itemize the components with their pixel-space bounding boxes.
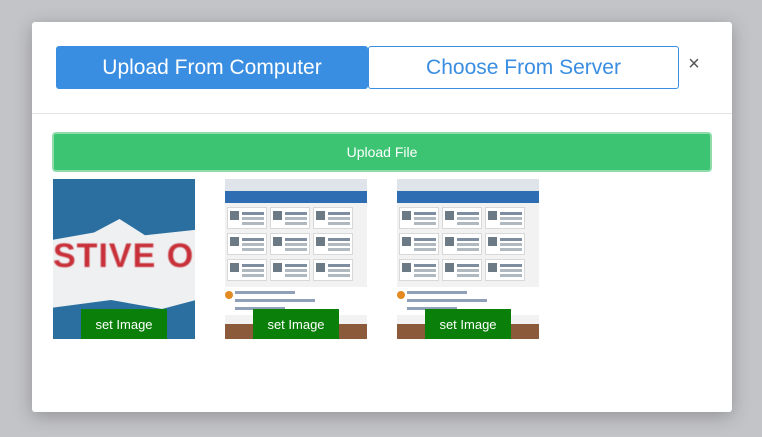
tab-upload-from-computer[interactable]: Upload From Computer [56, 46, 368, 89]
server-image-modal: Upload From Computer Choose From Server … [32, 22, 732, 412]
modal-header: Upload From Computer Choose From Server … [32, 22, 732, 114]
tab-choose-from-server[interactable]: Choose From Server [368, 46, 679, 89]
set-image-button[interactable]: set Image [253, 309, 339, 339]
image-thumbnail: STIVE O set Image [53, 179, 195, 339]
close-icon[interactable]: × [684, 52, 704, 76]
thumbnail-banner-text: STIVE O [53, 237, 195, 275]
image-thumbnail: set Image [225, 179, 367, 339]
set-image-button[interactable]: set Image [425, 309, 511, 339]
set-image-button[interactable]: set Image [81, 309, 167, 339]
image-thumbnail: set Image [397, 179, 539, 339]
upload-file-button[interactable]: Upload File [52, 132, 712, 172]
